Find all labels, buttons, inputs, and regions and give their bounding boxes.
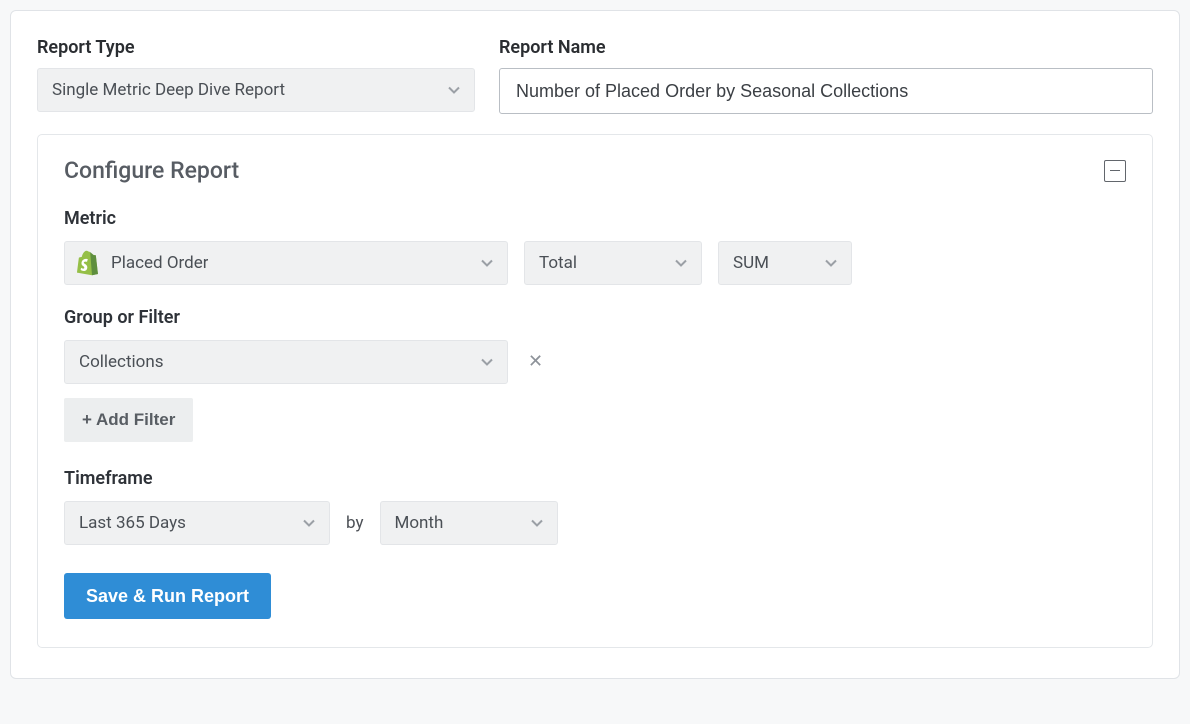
group-filter-row: Collections ✕ [64, 340, 1126, 384]
save-run-button[interactable]: Save & Run Report [64, 573, 271, 619]
metric-label: Metric [64, 208, 1126, 229]
metric-measure-select[interactable]: Total [524, 241, 702, 285]
timeframe-label: Timeframe [64, 468, 1126, 489]
shopify-icon [75, 250, 99, 276]
timeframe-range-value: Last 365 Days [79, 513, 186, 533]
metric-measure-value: Total [539, 253, 577, 273]
timeframe-interval-select[interactable]: Month [380, 501, 558, 545]
report-builder-card: Report Type Single Metric Deep Dive Repo… [10, 10, 1180, 679]
minus-icon [1110, 170, 1120, 172]
timeframe-range-select[interactable]: Last 365 Days [64, 501, 330, 545]
top-row: Report Type Single Metric Deep Dive Repo… [37, 37, 1153, 114]
chevron-down-icon [481, 259, 493, 267]
chevron-down-icon [531, 519, 543, 527]
timeframe-interval-value: Month [395, 513, 444, 533]
chevron-down-icon [481, 358, 493, 366]
chevron-down-icon [825, 259, 837, 267]
collapse-button[interactable] [1104, 160, 1126, 182]
metric-row: Placed Order Total SUM [64, 241, 1126, 285]
metric-aggregation-select[interactable]: SUM [718, 241, 852, 285]
metric-aggregation-value: SUM [733, 253, 769, 273]
report-type-select[interactable]: Single Metric Deep Dive Report [37, 68, 475, 112]
chevron-down-icon [675, 259, 687, 267]
report-name-input[interactable] [499, 68, 1153, 114]
group-filter-value: Collections [79, 352, 164, 372]
report-name-field: Report Name [499, 37, 1153, 114]
group-filter-label: Group or Filter [64, 307, 1126, 328]
report-type-value: Single Metric Deep Dive Report [52, 80, 285, 100]
configure-title: Configure Report [64, 157, 239, 184]
report-type-label: Report Type [37, 37, 475, 58]
remove-filter-button[interactable]: ✕ [524, 353, 547, 371]
metric-value: Placed Order [111, 253, 208, 273]
group-filter-select[interactable]: Collections [64, 340, 508, 384]
by-label: by [346, 513, 364, 533]
configure-report-panel: Configure Report Metric Placed Order [37, 134, 1153, 648]
chevron-down-icon [303, 519, 315, 527]
chevron-down-icon [448, 86, 460, 94]
timeframe-row: Last 365 Days by Month [64, 501, 1126, 545]
report-type-field: Report Type Single Metric Deep Dive Repo… [37, 37, 475, 114]
metric-select[interactable]: Placed Order [64, 241, 508, 285]
add-filter-button[interactable]: + Add Filter [64, 398, 193, 442]
report-name-label: Report Name [499, 37, 1153, 58]
configure-header: Configure Report [64, 157, 1126, 184]
